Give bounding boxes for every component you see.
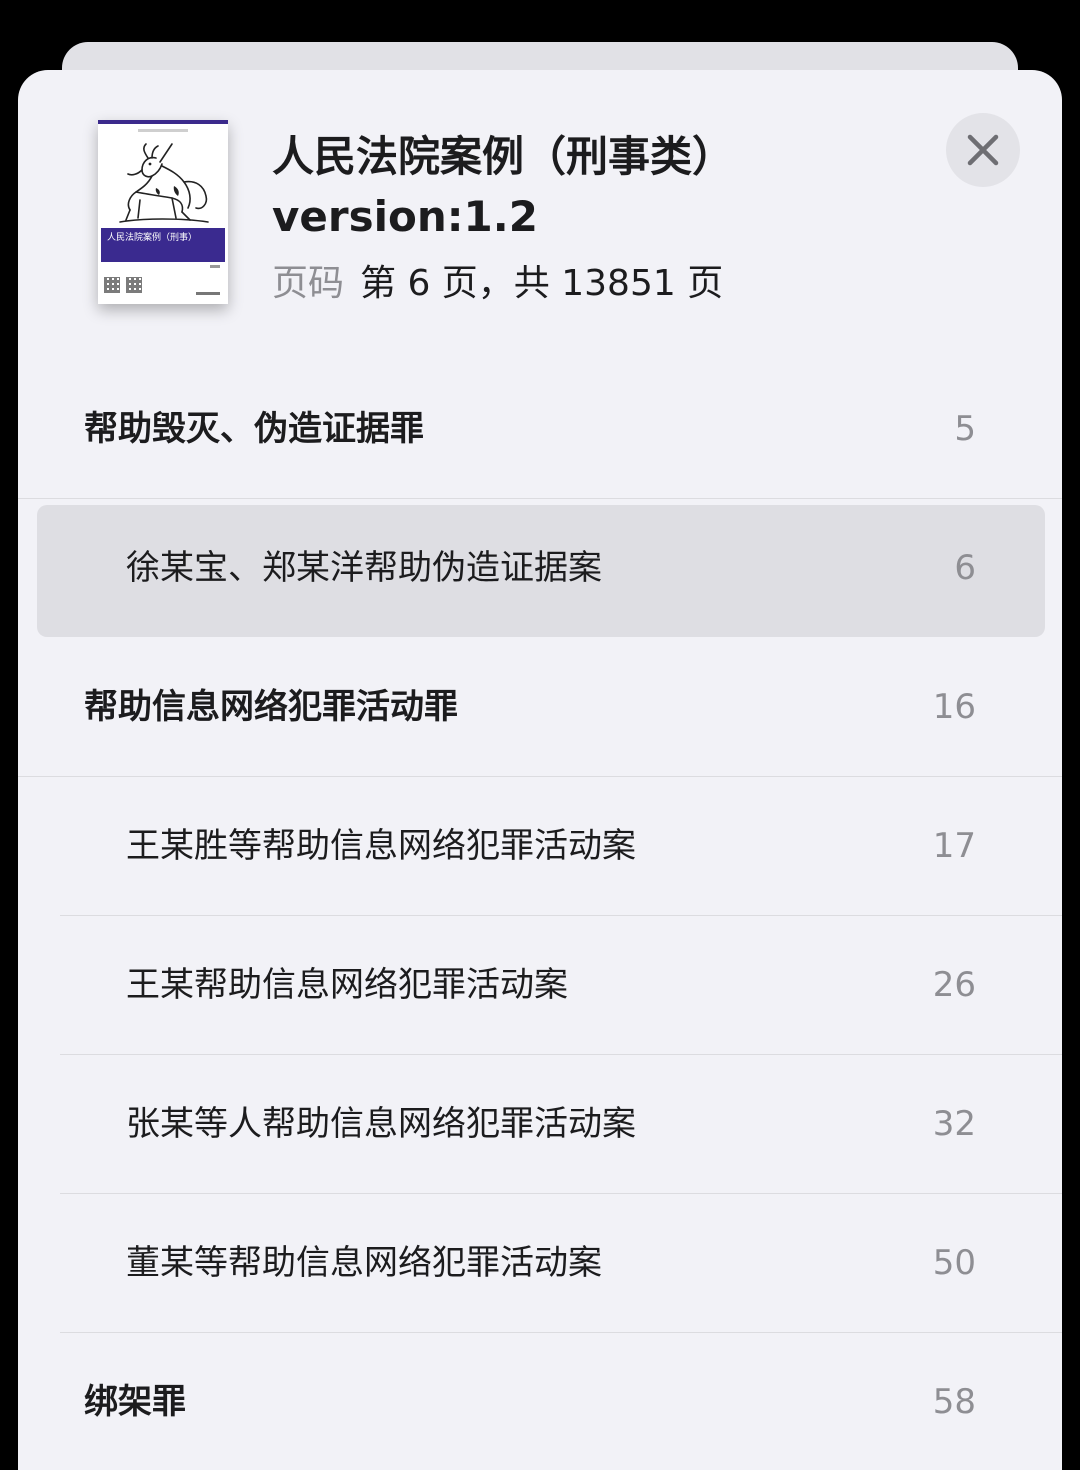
toc-item-title: 董某等帮助信息网络犯罪活动案 [126, 1243, 602, 1283]
toc-item-page: 58 [932, 1382, 976, 1422]
page-indicator: 页码第 6 页，共 13851 页 [272, 256, 723, 312]
toc-item-page: 16 [932, 687, 976, 727]
close-icon [967, 134, 999, 166]
toc-item-page: 26 [932, 965, 976, 1005]
table-of-contents-sheet: 人民法院案例（刑事） 人民法院案例（刑事类） version:1.2 页码第 6… [18, 70, 1062, 1470]
toc-item-title: 帮助信息网络犯罪活动罪 [84, 687, 458, 727]
toc-item-title: 张某等人帮助信息网络犯罪活动案 [126, 1104, 636, 1144]
toc-chapter-row[interactable]: 帮助信息网络犯罪活动罪 16 [18, 638, 1062, 777]
page-value: 第 6 页，共 13851 页 [360, 263, 724, 304]
close-button[interactable] [946, 113, 1020, 187]
book-header: 人民法院案例（刑事） 人民法院案例（刑事类） version:1.2 页码第 6… [18, 70, 1062, 370]
toc-item-page: 17 [932, 826, 976, 866]
toc-item-title: 帮助毁灭、伪造证据罪 [84, 409, 424, 449]
toc-item-title: 徐某宝、郑某洋帮助伪造证据案 [126, 548, 602, 588]
cover-small-text [138, 129, 188, 132]
cover-version-mark [210, 265, 220, 268]
unicorn-illustration [119, 143, 209, 223]
cover-qr-code [104, 277, 120, 293]
toc-item-title: 王某帮助信息网络犯罪活动案 [126, 965, 568, 1005]
cover-top-bar [98, 120, 228, 124]
book-cover: 人民法院案例（刑事） [98, 120, 228, 304]
toc-section-row[interactable]: 张某等人帮助信息网络犯罪活动案 32 [18, 1055, 1062, 1194]
toc-section-row[interactable]: 王某帮助信息网络犯罪活动案 26 [18, 916, 1062, 1055]
book-version: version:1.2 [272, 192, 538, 241]
toc-chapter-row[interactable]: 绑架罪 58 [18, 1333, 1062, 1470]
toc-item-page: 50 [932, 1243, 976, 1283]
toc-item-page: 5 [954, 409, 976, 449]
toc-item-page: 6 [954, 548, 976, 588]
toc-section-row[interactable]: 王某胜等帮助信息网络犯罪活动案 17 [18, 777, 1062, 916]
toc-item-title: 王某胜等帮助信息网络犯罪活动案 [126, 826, 636, 866]
cover-qr-code [126, 277, 142, 293]
toc-section-row[interactable]: 董某等帮助信息网络犯罪活动案 50 [18, 1194, 1062, 1333]
page-label: 页码 [272, 263, 345, 304]
book-title: 人民法院案例（刑事类） [272, 132, 735, 181]
toc-section-row-selected[interactable]: 徐某宝、郑某洋帮助伪造证据案 6 [18, 499, 1062, 638]
toc-item-page: 32 [932, 1104, 976, 1144]
toc-chapter-row[interactable]: 帮助毁灭、伪造证据罪 5 [18, 360, 1062, 499]
toc-list: 帮助毁灭、伪造证据罪 5 徐某宝、郑某洋帮助伪造证据案 6 帮助信息网络犯罪活动… [18, 360, 1062, 1470]
cover-publisher-mark [196, 292, 220, 295]
cover-title-band: 人民法院案例（刑事） [101, 228, 225, 262]
toc-item-title: 绑架罪 [84, 1382, 186, 1422]
